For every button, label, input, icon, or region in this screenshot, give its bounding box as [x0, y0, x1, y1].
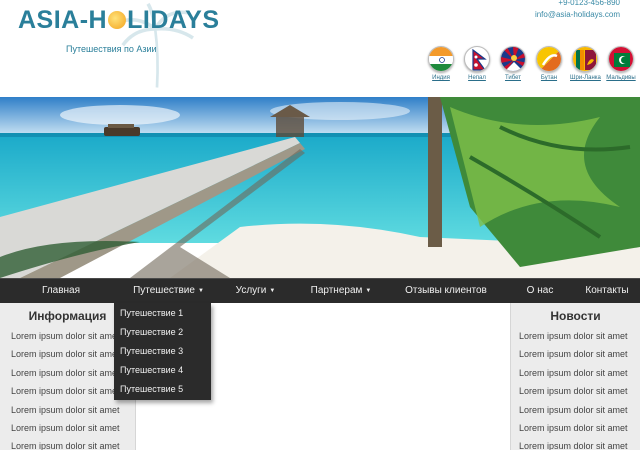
hero-banner-image	[0, 97, 640, 278]
dropdown-item-travel-5[interactable]: Путешествие 5	[114, 380, 211, 399]
travel-dropdown-menu: Путешествие 1 Путешествие 2 Путешествие …	[114, 303, 211, 400]
logo-text-left: ASIA-H	[18, 6, 108, 34]
nav-item-partners[interactable]: Партнерам ▼	[296, 279, 386, 303]
country-label: Тибет	[504, 75, 521, 81]
contact-info: +9-0123-456-890 info@asia-holidays.com	[535, 0, 620, 21]
country-label: Шри-Ланка	[570, 75, 601, 81]
logo-text-right: LIDAYS	[127, 6, 220, 34]
dropdown-item-travel-1[interactable]: Путешествие 1	[114, 304, 211, 323]
main-navigation: Главная Путешествие ▼ Услуги ▼ Партнерам ▼ …	[0, 278, 640, 303]
nav-item-reviews[interactable]: Отзывы клиентов	[386, 279, 506, 303]
nav-item-travel[interactable]: Путешествие ▼	[122, 279, 215, 303]
tibet-flag-icon	[500, 46, 526, 72]
news-link[interactable]: Lorem ipsum dolor sit amet	[511, 364, 640, 382]
news-link[interactable]: Lorem ipsum dolor sit amet	[511, 327, 640, 345]
country-link-bhutan[interactable]: Бутан	[534, 46, 564, 81]
dropdown-item-travel-2[interactable]: Путешествие 2	[114, 323, 211, 342]
sri-lanka-flag-icon	[572, 46, 598, 72]
site-tagline: Путешествия по Азии	[66, 44, 157, 54]
nepal-flag-icon	[464, 46, 490, 72]
nav-item-services[interactable]: Услуги ▼	[215, 279, 296, 303]
site-logo[interactable]: ASIA-H LIDAYS	[18, 6, 220, 35]
news-link[interactable]: Lorem ipsum dolor sit amet	[511, 382, 640, 400]
contact-email[interactable]: info@asia-holidays.com	[535, 9, 620, 21]
info-link[interactable]: Lorem ipsum dolor sit amet	[0, 401, 135, 419]
sun-icon	[108, 11, 127, 29]
nav-label: Путешествие	[133, 285, 195, 296]
country-label: Мальдивы	[606, 75, 636, 81]
dropdown-item-travel-3[interactable]: Путешествие 3	[114, 342, 211, 361]
beach-scene-illustration	[0, 97, 640, 278]
nav-item-about[interactable]: О нас	[506, 279, 574, 303]
country-label: Индия	[432, 75, 450, 81]
nav-label: Контакты	[585, 285, 629, 296]
caret-down-icon: ▼	[197, 288, 204, 294]
country-label: Непал	[468, 75, 486, 81]
nav-label: Отзывы клиентов	[405, 285, 487, 296]
contact-phone: +9-0123-456-890	[558, 0, 620, 7]
caret-down-icon: ▼	[365, 288, 372, 294]
country-link-maldives[interactable]: Мальдивы	[606, 46, 636, 81]
country-flags: Индия Непал Тибет Бутан Шри-Ланка Мальди…	[426, 46, 636, 81]
country-link-nepal[interactable]: Непал	[462, 46, 492, 81]
india-flag-icon	[428, 46, 454, 72]
nav-label: Услуги	[235, 285, 267, 296]
info-link[interactable]: Lorem ipsum dolor sit amet	[0, 419, 135, 437]
news-link[interactable]: Lorem ipsum dolor sit amet	[511, 419, 640, 437]
country-link-tibet[interactable]: Тибет	[498, 46, 528, 81]
news-sidebar: Новости Lorem ipsum dolor sit amet Lorem…	[510, 303, 640, 450]
country-label: Бутан	[540, 75, 558, 81]
news-title: Новости	[550, 309, 601, 323]
news-link[interactable]: Lorem ipsum dolor sit amet	[511, 401, 640, 419]
country-link-sri-lanka[interactable]: Шри-Ланка	[570, 46, 601, 81]
nav-item-contacts[interactable]: Контакты	[574, 279, 640, 303]
caret-down-icon: ▼	[269, 288, 276, 294]
nav-label: О нас	[526, 285, 554, 296]
maldives-flag-icon	[608, 46, 634, 72]
news-link[interactable]: Lorem ipsum dolor sit amet	[511, 437, 640, 450]
site-header: ASIA-H LIDAYS Путешествия по Азии +9-0123…	[0, 0, 640, 97]
info-link[interactable]: Lorem ipsum dolor sit amet	[0, 437, 135, 450]
news-link[interactable]: Lorem ipsum dolor sit amet	[511, 345, 640, 363]
bhutan-flag-icon	[536, 46, 562, 72]
nav-label: Партнерам	[310, 285, 363, 296]
country-link-india[interactable]: Индия	[426, 46, 456, 81]
dropdown-item-travel-4[interactable]: Путешествие 4	[114, 361, 211, 380]
